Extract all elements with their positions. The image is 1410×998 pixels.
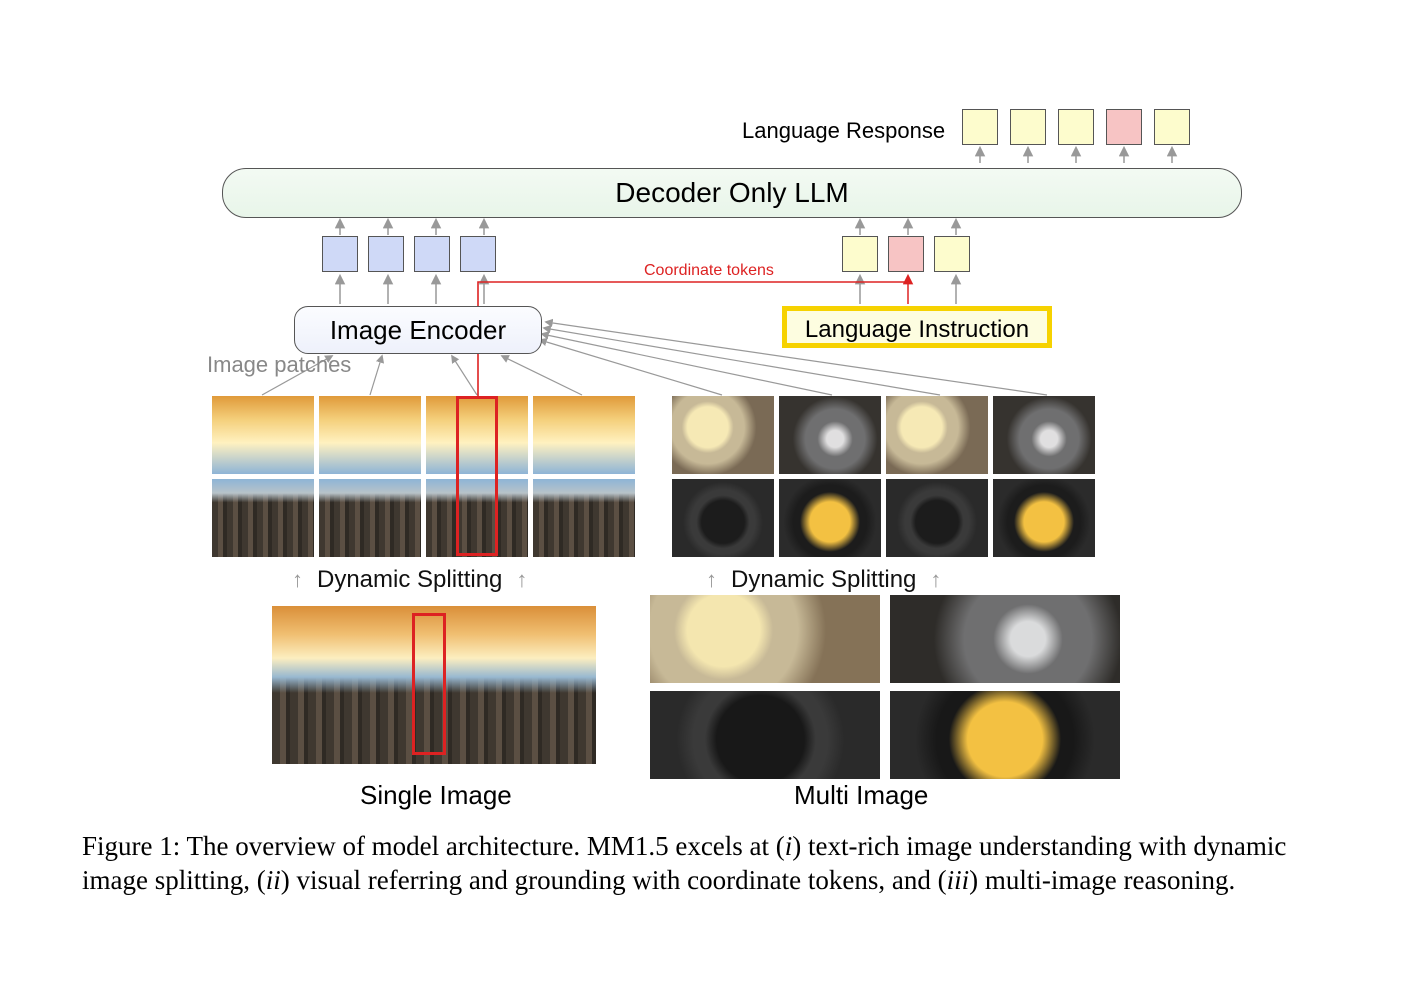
image-patches-label: Image patches	[207, 352, 351, 378]
visual-token	[414, 236, 450, 272]
arrow-up-icon: ↑	[516, 567, 527, 593]
multi-image-label: Multi Image	[794, 780, 928, 811]
caption-text: Figure 1: The overview of model architec…	[82, 831, 785, 861]
single-image-patches	[212, 396, 635, 557]
figure-caption: Figure 1: The overview of model architec…	[82, 830, 1292, 898]
patch	[319, 396, 421, 474]
caption-roman-ii: ii	[266, 865, 281, 895]
language-token	[1010, 109, 1046, 145]
caption-text: ) multi-image reasoning.	[969, 865, 1235, 895]
multi-image-tile	[890, 595, 1120, 683]
language-token	[962, 109, 998, 145]
coordinate-token	[888, 236, 924, 272]
patch	[533, 479, 635, 557]
patch	[319, 479, 421, 557]
dynamic-splitting-row-left: ↑ Dynamic Splitting ↑	[292, 566, 527, 594]
image-encoder-box: Image Encoder	[294, 306, 542, 354]
language-instruction-box: Language Instruction	[782, 306, 1052, 348]
patch	[886, 479, 988, 557]
language-token	[1058, 109, 1094, 145]
multi-image-tile	[650, 595, 880, 683]
multi-image-tile	[650, 691, 880, 779]
visual-token	[460, 236, 496, 272]
coordinate-tokens-label: Coordinate tokens	[644, 262, 774, 280]
multi-image-patches	[672, 396, 1095, 557]
patch	[779, 479, 881, 557]
patch	[212, 396, 314, 474]
dynamic-splitting-label: Dynamic Splitting	[731, 566, 916, 594]
arrow-up-icon: ↑	[292, 567, 303, 593]
multi-image-tile	[890, 691, 1120, 779]
multi-input-images	[650, 595, 1120, 779]
dynamic-splitting-label: Dynamic Splitting	[317, 566, 502, 594]
patch	[212, 479, 314, 557]
dynamic-splitting-row-right: ↑ Dynamic Splitting ↑	[706, 566, 941, 594]
architecture-diagram: Language Response Decoder Only LLM Coord…	[82, 60, 1322, 800]
language-token	[842, 236, 878, 272]
patch	[426, 479, 528, 557]
coordinate-token	[1106, 109, 1142, 145]
patch	[993, 479, 1095, 557]
patch	[672, 479, 774, 557]
visual-token	[322, 236, 358, 272]
visual-tokens	[322, 236, 496, 272]
single-input-image	[272, 606, 596, 764]
patch	[993, 396, 1095, 474]
patch	[779, 396, 881, 474]
language-token	[1154, 109, 1190, 145]
patch	[426, 396, 528, 474]
output-tokens	[962, 109, 1190, 145]
language-token	[934, 236, 970, 272]
language-input-tokens	[842, 236, 970, 272]
arrow-up-icon: ↑	[706, 567, 717, 593]
language-response-label: Language Response	[742, 118, 945, 144]
visual-token	[368, 236, 404, 272]
caption-roman-iii: iii	[947, 865, 970, 895]
patch	[533, 396, 635, 474]
decoder-llm-box: Decoder Only LLM	[222, 168, 1242, 218]
patch	[886, 396, 988, 474]
patch	[672, 396, 774, 474]
caption-text: ) visual referring and grounding with co…	[281, 865, 947, 895]
single-image-label: Single Image	[360, 780, 512, 811]
arrow-up-icon: ↑	[930, 567, 941, 593]
